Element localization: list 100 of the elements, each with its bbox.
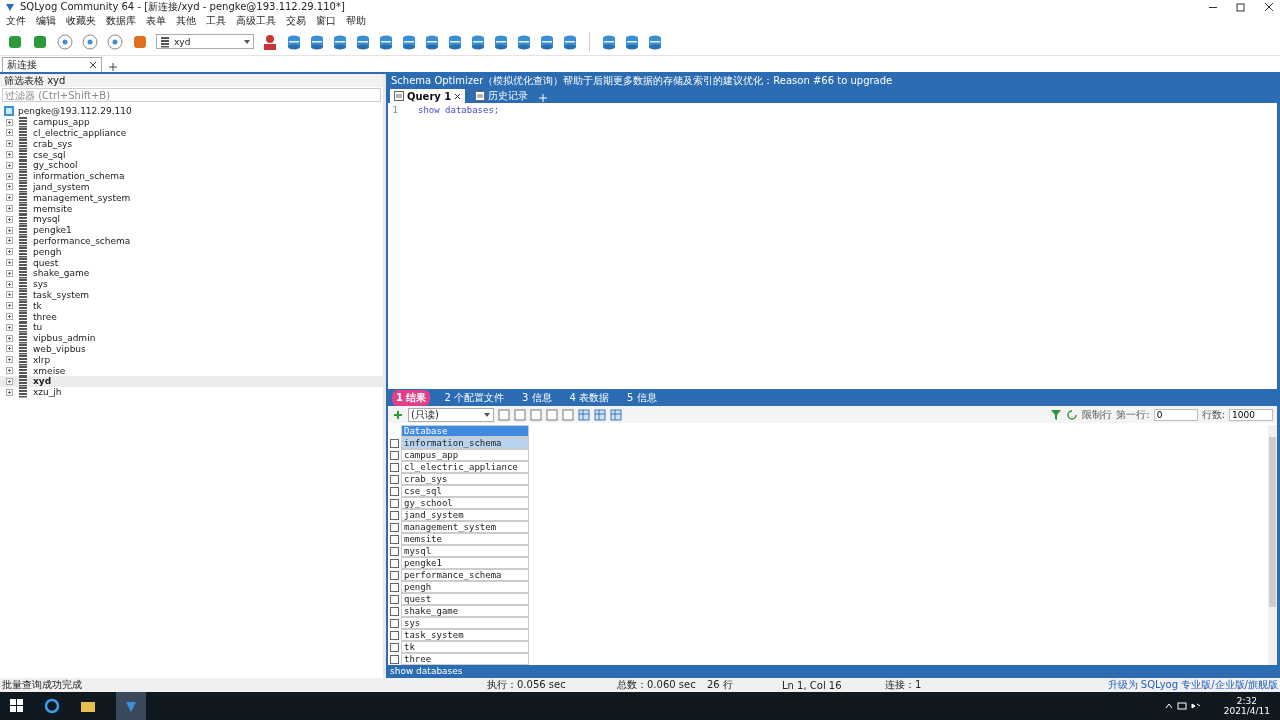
upgrade-banner[interactable]: Schema Optimizer（模拟优化查询）帮助于后期更多数据的存储及索引的建议优化：Reason #66 to upgrade bbox=[388, 74, 1277, 88]
row-checkbox[interactable] bbox=[390, 522, 399, 532]
table-cell[interactable]: cl_electric_appliance bbox=[401, 461, 529, 473]
menu-item[interactable]: 收藏夹 bbox=[66, 14, 96, 28]
database-icon[interactable] bbox=[286, 33, 302, 50]
database-icon[interactable] bbox=[647, 33, 663, 50]
close-icon[interactable] bbox=[89, 61, 97, 69]
expand-icon[interactable] bbox=[6, 172, 13, 180]
tree-item[interactable]: xmeise bbox=[0, 365, 383, 376]
expand-icon[interactable] bbox=[6, 226, 13, 234]
row-checkbox[interactable] bbox=[390, 498, 399, 508]
expand-icon[interactable] bbox=[6, 388, 13, 396]
expand-icon[interactable] bbox=[6, 205, 13, 213]
menu-item[interactable]: 其他 bbox=[176, 14, 196, 28]
row-checkbox[interactable] bbox=[390, 510, 399, 520]
refresh-icon[interactable] bbox=[1066, 408, 1079, 421]
tree-item[interactable]: vipbus_admin bbox=[0, 332, 383, 344]
menu-item[interactable]: 窗口 bbox=[316, 14, 336, 28]
table-cell[interactable]: pengh bbox=[401, 581, 529, 593]
expand-icon[interactable] bbox=[6, 237, 13, 245]
database-icon[interactable] bbox=[447, 33, 463, 50]
tree-item[interactable]: crab_sys bbox=[0, 138, 383, 150]
table-cell[interactable]: shake_game bbox=[401, 605, 529, 617]
grid-tool-icon[interactable] bbox=[530, 408, 542, 421]
menu-item[interactable]: 工具 bbox=[206, 14, 226, 28]
tree-item[interactable]: management_system bbox=[0, 192, 383, 204]
menu-item[interactable]: 文件 bbox=[6, 14, 26, 28]
tree-item[interactable]: xlrp bbox=[0, 354, 383, 366]
windows-icon[interactable] bbox=[10, 699, 24, 713]
tree-item[interactable]: xyd bbox=[0, 375, 383, 387]
view-icon[interactable] bbox=[578, 408, 590, 421]
row-checkbox[interactable] bbox=[390, 630, 399, 640]
expand-icon[interactable] bbox=[6, 367, 13, 374]
expand-icon[interactable] bbox=[6, 269, 13, 277]
row-checkbox[interactable] bbox=[390, 582, 399, 592]
close-icon[interactable] bbox=[454, 92, 462, 100]
result-tab[interactable]: 1 结果 bbox=[392, 389, 431, 406]
expand-icon[interactable] bbox=[6, 345, 13, 353]
row-checkbox[interactable] bbox=[390, 462, 399, 472]
expand-icon[interactable] bbox=[6, 356, 13, 364]
browser-icon[interactable] bbox=[44, 698, 60, 714]
tree-item[interactable]: cse_sql bbox=[0, 149, 383, 160]
database-icon[interactable] bbox=[378, 33, 394, 50]
database-icon[interactable] bbox=[470, 33, 486, 50]
table-cell[interactable]: pengke1 bbox=[401, 557, 529, 569]
grid-tool-icon[interactable] bbox=[514, 408, 526, 421]
row-checkbox[interactable] bbox=[390, 570, 399, 580]
tree-item[interactable]: task_system bbox=[0, 289, 383, 301]
row-checkbox[interactable] bbox=[390, 474, 399, 484]
result-tab[interactable]: 5 信息 bbox=[623, 389, 661, 406]
row-checkbox[interactable] bbox=[390, 618, 399, 628]
table-cell[interactable]: tk bbox=[401, 641, 529, 653]
query-tab[interactable]: 历史记录 bbox=[471, 89, 533, 103]
filter-field[interactable]: 过滤器 (Ctrl+Shift+B) bbox=[2, 88, 381, 102]
database-icon[interactable] bbox=[424, 33, 440, 50]
clock-date[interactable]: 2021/4/11 bbox=[1223, 706, 1270, 716]
expand-icon[interactable] bbox=[6, 259, 13, 267]
expand-icon[interactable] bbox=[6, 129, 13, 137]
expand-icon[interactable] bbox=[6, 334, 13, 342]
expand-icon[interactable] bbox=[6, 323, 13, 331]
expand-icon[interactable] bbox=[6, 151, 13, 159]
row-checkbox[interactable] bbox=[390, 558, 399, 568]
query-tab[interactable]: Query 1 bbox=[390, 89, 466, 103]
tree-item[interactable]: cl_electric_appliance bbox=[0, 127, 383, 139]
table-cell[interactable]: quest bbox=[401, 593, 529, 605]
tree-item[interactable]: pengke@193.112.29.110 bbox=[0, 106, 383, 117]
table-cell[interactable]: crab_sys bbox=[401, 473, 529, 485]
tree-item[interactable]: quest bbox=[0, 257, 383, 268]
menu-item[interactable]: 高级工具 bbox=[236, 14, 276, 28]
add-icon[interactable] bbox=[108, 62, 118, 72]
menu-item[interactable]: 帮助 bbox=[346, 14, 366, 28]
expand-icon[interactable] bbox=[6, 161, 13, 169]
expand-icon[interactable] bbox=[6, 291, 13, 299]
clock-time[interactable]: 2:32 bbox=[1236, 696, 1258, 706]
expand-icon[interactable] bbox=[6, 194, 13, 202]
grid-tool-icon[interactable] bbox=[562, 408, 574, 421]
expand-icon[interactable] bbox=[6, 183, 13, 191]
row-checkbox[interactable] bbox=[390, 534, 399, 544]
table-cell[interactable]: gy_school bbox=[401, 497, 529, 509]
row-checkbox[interactable] bbox=[390, 546, 399, 556]
database-icon[interactable] bbox=[516, 33, 532, 50]
add-row-icon[interactable] bbox=[392, 408, 404, 421]
tree-item[interactable]: tk bbox=[0, 300, 383, 312]
table-cell[interactable]: task_system bbox=[401, 629, 529, 641]
database-icon[interactable] bbox=[493, 33, 509, 50]
grid-tool-icon[interactable] bbox=[498, 408, 510, 421]
row-checkbox[interactable] bbox=[390, 606, 399, 616]
upgrade-link[interactable]: 升级为 SQLyog 专业版/企业版/旗舰版 bbox=[1107, 678, 1278, 692]
row-checkbox[interactable] bbox=[390, 486, 399, 496]
expand-icon[interactable] bbox=[6, 377, 13, 385]
result-tab[interactable]: 4 表数据 bbox=[565, 389, 614, 406]
row-checkbox[interactable] bbox=[390, 654, 399, 664]
table-cell[interactable]: three bbox=[401, 653, 529, 665]
menu-item[interactable]: 交易 bbox=[286, 14, 306, 28]
expand-icon[interactable] bbox=[6, 118, 13, 126]
table-cell[interactable]: campus_app bbox=[401, 449, 529, 461]
database-icon[interactable] bbox=[624, 33, 640, 50]
tree-item[interactable]: tu bbox=[0, 321, 383, 333]
table-cell[interactable]: mysql bbox=[401, 545, 529, 557]
tree-item[interactable]: three bbox=[0, 311, 383, 322]
